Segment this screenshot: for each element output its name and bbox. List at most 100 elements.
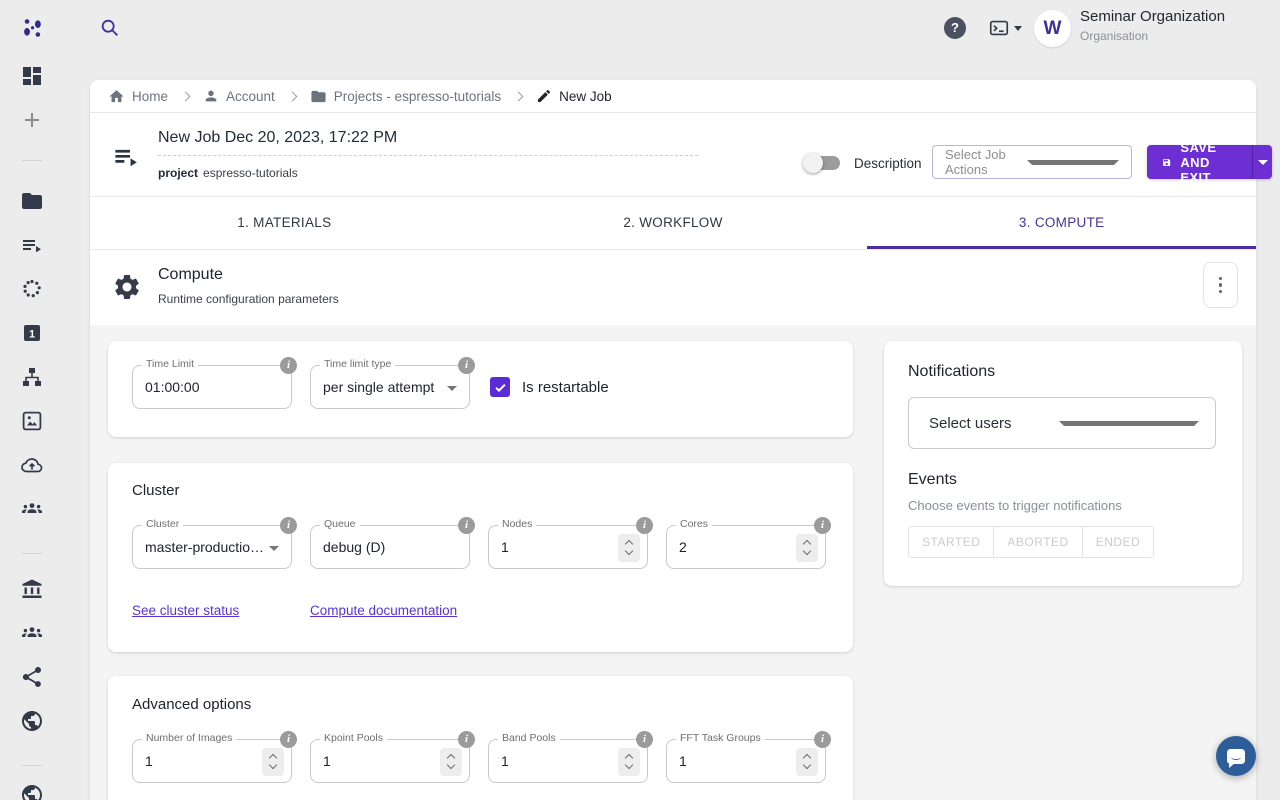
tabs: 1. MATERIALS 2. WORKFLOW 3. COMPUTE — [90, 197, 1256, 250]
info-icon[interactable]: i — [280, 517, 297, 534]
cluster-card: Cluster Cluster i master-productio… Queu… — [108, 463, 853, 652]
folder-icon — [310, 88, 327, 105]
add-icon[interactable] — [20, 108, 44, 132]
cloud-upload-icon[interactable] — [20, 453, 44, 477]
avatar[interactable]: W — [1034, 10, 1071, 47]
dashboard-icon[interactable] — [20, 64, 44, 88]
fft-task-groups-stepper[interactable] — [796, 748, 818, 776]
save-dropdown-button[interactable] — [1252, 145, 1272, 179]
job-actions-select[interactable]: Select Job Actions — [932, 145, 1132, 179]
fft-task-groups-field[interactable]: FFT Task Groups i 1 — [666, 739, 826, 783]
save-and-exit-button[interactable]: SAVE AND EXIT — [1147, 145, 1272, 179]
band-pools-stepper[interactable] — [618, 748, 640, 776]
chevron-right-icon — [181, 91, 191, 101]
info-icon[interactable]: i — [458, 517, 475, 534]
event-ended-button[interactable]: ENDED — [1082, 527, 1154, 557]
chat-button[interactable] — [1216, 736, 1256, 776]
is-restartable-label: Is restartable — [522, 379, 609, 396]
events-subtitle: Choose events to trigger notifications — [908, 498, 1218, 513]
cores-stepper[interactable] — [796, 534, 818, 562]
info-icon[interactable]: i — [636, 517, 653, 534]
breadcrumb-account[interactable]: Account — [203, 88, 275, 104]
terminal-icon[interactable] — [988, 17, 1022, 39]
info-icon[interactable]: i — [814, 517, 831, 534]
info-icon[interactable]: i — [458, 731, 475, 748]
org-chart-icon[interactable] — [20, 365, 44, 389]
compute-documentation-link[interactable]: Compute documentation — [310, 603, 457, 618]
tab-workflow[interactable]: 2. WORKFLOW — [479, 197, 868, 249]
job-title: New Job Dec 20, 2023, 17:22 PM — [158, 129, 397, 146]
cluster-select[interactable]: Cluster i master-productio… — [132, 525, 292, 569]
search-icon[interactable] — [99, 17, 121, 39]
chat-icon — [1227, 749, 1245, 764]
info-icon[interactable]: i — [280, 731, 297, 748]
breadcrumb-account-label: Account — [226, 89, 275, 104]
queue-label: Queue — [320, 518, 360, 530]
globe-icon[interactable] — [20, 709, 44, 733]
folder-icon[interactable] — [20, 189, 44, 213]
select-users-dropdown[interactable]: Select users — [908, 397, 1216, 449]
kpoint-pools-stepper[interactable] — [440, 748, 462, 776]
breadcrumb-current[interactable]: New Job — [536, 88, 612, 104]
band-pools-label: Band Pools — [498, 732, 560, 744]
sidebar-divider — [22, 765, 42, 766]
event-started-button[interactable]: STARTED — [909, 527, 993, 557]
description-toggle[interactable] — [806, 156, 840, 170]
molecule-logo-icon[interactable] — [20, 15, 46, 41]
time-limit-type-value: per single attempt — [311, 366, 469, 408]
info-icon[interactable]: i — [458, 357, 475, 374]
band-pools-field[interactable]: Band Pools i 1 — [488, 739, 648, 783]
globe-icon[interactable] — [20, 783, 44, 800]
home-icon — [108, 88, 125, 105]
info-icon[interactable]: i — [280, 357, 297, 374]
nodes-stepper[interactable] — [618, 534, 640, 562]
topbar: ? W Seminar Organization Organisation — [0, 0, 1280, 56]
tab-materials[interactable]: 1. MATERIALS — [90, 197, 479, 249]
chevron-down-icon — [1027, 160, 1119, 165]
breadcrumb-home[interactable]: Home — [108, 88, 168, 105]
queue-field[interactable]: Queue i debug (D) — [310, 525, 470, 569]
share-icon[interactable] — [20, 665, 44, 689]
job-project-value: espresso-tutorials — [203, 166, 298, 180]
screen: ? W Seminar Organization Organisation 1 — [0, 0, 1280, 800]
dots-cluster-icon[interactable] — [20, 277, 44, 301]
breadcrumb-projects[interactable]: Projects - espresso-tutorials — [310, 88, 501, 105]
kpoint-pools-field[interactable]: Kpoint Pools i 1 — [310, 739, 470, 783]
time-limit-type-select[interactable]: Time limit type i per single attempt — [310, 365, 470, 409]
numbered-box-icon[interactable]: 1 — [20, 321, 44, 345]
cores-field[interactable]: Cores i 2 — [666, 525, 826, 569]
picture-icon[interactable] — [20, 409, 44, 433]
cores-label: Cores — [676, 518, 712, 530]
job-project: projectespresso-tutorials — [158, 166, 298, 180]
svg-text:1: 1 — [29, 329, 35, 341]
help-icon[interactable]: ? — [944, 17, 966, 39]
people-group-icon[interactable] — [20, 621, 44, 645]
org-subtitle: Organisation — [1080, 29, 1225, 43]
nodes-field[interactable]: Nodes i 1 — [488, 525, 648, 569]
org-info: Seminar Organization Organisation — [1080, 8, 1225, 43]
time-limit-type-label: Time limit type — [320, 358, 395, 370]
sidebar-divider — [22, 553, 42, 554]
event-aborted-button[interactable]: ABORTED — [993, 527, 1081, 557]
bank-icon[interactable] — [20, 577, 44, 601]
info-icon[interactable]: i — [636, 731, 653, 748]
job-title-field[interactable]: New Job Dec 20, 2023, 17:22 PM — [158, 129, 698, 156]
advanced-options-card: Advanced options Number of Images i 1 Kp… — [108, 676, 853, 800]
number-of-images-field[interactable]: Number of Images i 1 — [132, 739, 292, 783]
breadcrumb-projects-label: Projects - espresso-tutorials — [334, 89, 501, 104]
cluster-status-link[interactable]: See cluster status — [132, 603, 310, 618]
kebab-menu-button[interactable] — [1203, 262, 1238, 308]
tab-compute[interactable]: 3. COMPUTE — [867, 197, 1256, 249]
chevron-down-icon — [1059, 421, 1199, 426]
number-of-images-stepper[interactable] — [262, 748, 284, 776]
chevron-down-icon — [269, 546, 279, 551]
is-restartable-checkbox[interactable] — [490, 377, 510, 397]
person-icon — [203, 88, 219, 104]
people-group-icon[interactable] — [20, 497, 44, 521]
time-limit-label: Time Limit — [142, 358, 198, 370]
main-panel: Home Account Projects - espresso-tutoria… — [90, 80, 1256, 800]
playlist-play-icon[interactable] — [20, 233, 44, 257]
info-icon[interactable]: i — [814, 731, 831, 748]
time-limit-field[interactable]: Time Limit i 01:00:00 — [132, 365, 292, 409]
cluster-label: Cluster — [142, 518, 183, 530]
